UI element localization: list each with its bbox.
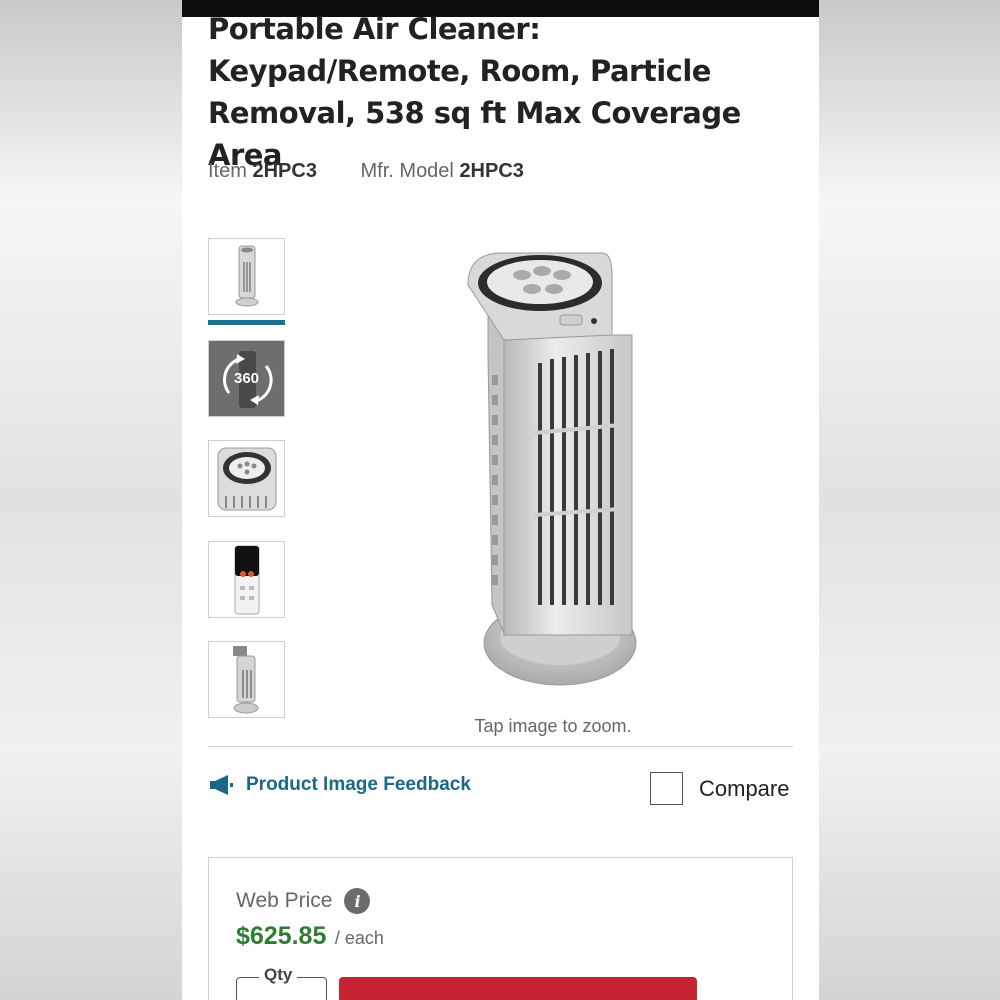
compare-label: Compare: [699, 775, 790, 801]
info-icon[interactable]: i: [344, 888, 371, 914]
price-unit: / each: [334, 928, 384, 948]
phone-screen: Portable Air Cleaner: Keypad/Remote, Roo…: [182, 0, 819, 1000]
product-title: Portable Air Cleaner: Keypad/Remote, Roo…: [208, 12, 741, 172]
thumbnail-360-view[interactable]: 360: [208, 340, 285, 417]
megaphone-icon: [210, 775, 233, 795]
filter-access-icon: [232, 645, 258, 713]
blurred-background-right: [819, 0, 1000, 1000]
price-card: Web Price i $625.85 / each Qty: [208, 857, 793, 1000]
quantity-input[interactable]: Qty: [236, 965, 327, 1000]
price-amount: $625.85: [236, 922, 327, 950]
zoom-hint: Tap image to zoom.: [474, 716, 632, 736]
feedback-label: Product Image Feedback: [246, 774, 471, 795]
air-cleaner-image: [467, 252, 637, 686]
quantity-label: Qty: [259, 965, 298, 985]
product-identifiers: Item 2HPC3 Mfr. Model 2HPC3: [208, 160, 524, 183]
thumbnail-top-keypad[interactable]: [208, 440, 285, 517]
keypad-top-icon: [217, 447, 276, 510]
blurred-background-left: [0, 0, 182, 1000]
main-product-image[interactable]: [462, 245, 662, 695]
mfr-model-label: Mfr. Model: [360, 160, 454, 182]
air-cleaner-thumbnail-icon: [235, 245, 258, 306]
item-label: Item: [208, 160, 247, 182]
thumbnail-front-view[interactable]: [208, 238, 285, 315]
item-number: 2HPC3: [252, 160, 317, 182]
thumbnail-active-indicator: [208, 320, 285, 325]
divider: [208, 746, 793, 747]
price-line: $625.85 / each: [236, 922, 384, 951]
web-price-label: Web Price: [236, 889, 333, 912]
mfr-model-number: 2HPC3: [459, 160, 524, 182]
product-image-feedback-link[interactable]: Product Image Feedback: [208, 774, 471, 796]
compare-toggle[interactable]: Compare: [650, 772, 789, 805]
add-to-cart-button[interactable]: [339, 977, 697, 1000]
compare-checkbox[interactable]: [650, 772, 683, 805]
remote-control-icon: [234, 545, 259, 614]
web-price-row: Web Price i: [236, 888, 371, 914]
thumbnail-remote-control[interactable]: [208, 541, 285, 618]
thumbnail-360-label: 360: [233, 370, 260, 387]
thumbnail-filter-access[interactable]: [208, 641, 285, 718]
